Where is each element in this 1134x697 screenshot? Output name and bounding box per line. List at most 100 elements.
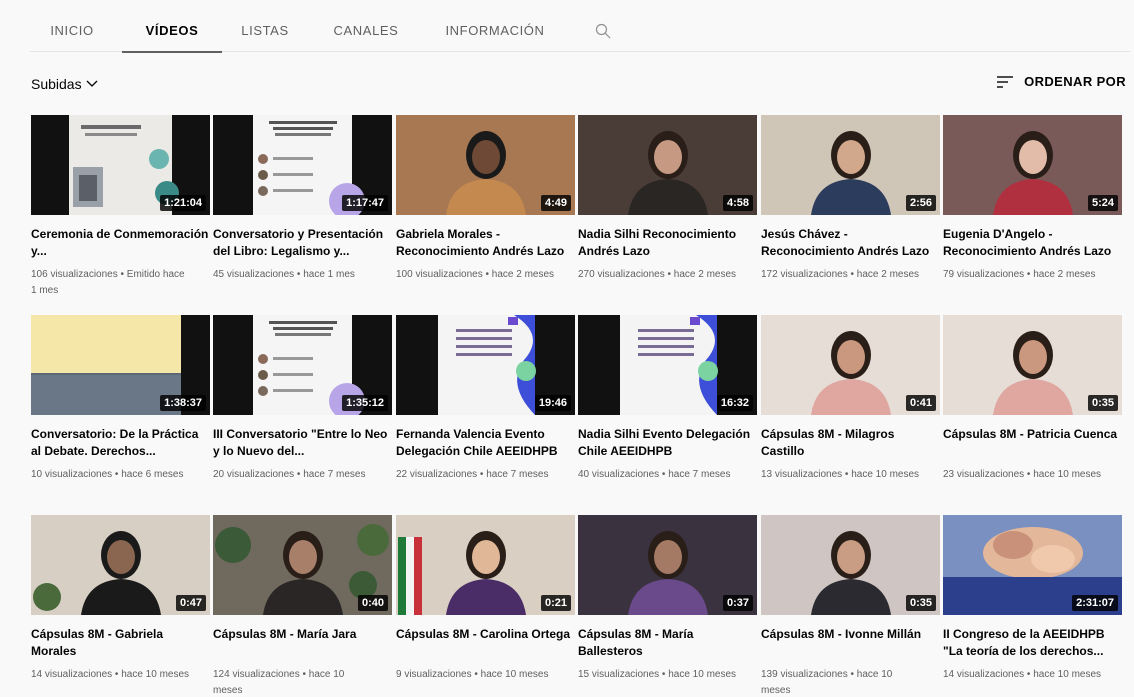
video-thumbnail[interactable]: 4:58 <box>578 115 757 215</box>
video-thumbnail[interactable]: 2:31:07 <box>943 515 1122 615</box>
video-card[interactable]: 0:35 Cápsulas 8M - Patricia Cuenca 23 vi… <box>943 315 1122 495</box>
video-card[interactable]: 4:49 Gabriela Morales - Reconocimiento A… <box>396 115 575 295</box>
video-thumbnail[interactable]: 5:24 <box>943 115 1122 215</box>
video-title[interactable]: Nadia Silhi Evento Delegación Chile AEEI… <box>578 426 757 460</box>
video-duration: 4:49 <box>540 195 571 211</box>
video-title[interactable]: Ceremonia de Conmemoración y... <box>31 226 210 260</box>
video-title[interactable]: Cápsulas 8M - Ivonne Millán <box>761 626 940 660</box>
video-thumbnail[interactable]: 0:21 <box>396 515 575 615</box>
video-thumbnail[interactable]: 0:41 <box>761 315 940 415</box>
video-card[interactable]: 0:37 Cápsulas 8M - María Ballesteros 15 … <box>578 515 757 695</box>
tab-videos[interactable]: VÍDEOS <box>122 10 222 53</box>
video-card[interactable]: 0:47 Cápsulas 8M - Gabriela Morales 14 v… <box>31 515 210 695</box>
video-duration: 1:38:37 <box>160 395 206 411</box>
video-meta: 79 visualizaciones • hace 2 meses <box>943 269 1096 280</box>
video-title[interactable]: Cápsulas 8M - Patricia Cuenca <box>943 426 1122 460</box>
tab-listas[interactable]: LISTAS <box>235 10 295 52</box>
video-card[interactable]: 0:35 Cápsulas 8M - Ivonne Millán 139 vis… <box>761 515 940 696</box>
video-duration: 0:21 <box>540 595 571 611</box>
video-thumbnail[interactable]: 0:47 <box>31 515 210 615</box>
video-meta: 14 visualizaciones • hace 10 meses <box>943 669 1102 680</box>
video-title[interactable]: Nadia Silhi Reconocimiento Andrés Lazo <box>578 226 757 260</box>
video-meta: 139 visualizaciones • hace 10 meses <box>761 669 893 696</box>
video-title[interactable]: Eugenia D'Angelo - Reconocimiento Andrés… <box>943 226 1122 260</box>
video-duration: 4:58 <box>722 195 753 211</box>
video-duration: 1:21:04 <box>160 195 206 211</box>
video-card[interactable]: 1:38:37 Conversatorio: De la Práctica al… <box>31 315 210 495</box>
video-duration: 0:35 <box>1087 395 1118 411</box>
video-duration: 19:46 <box>534 395 571 411</box>
video-title[interactable]: II Congreso de la AEEIDHPB "La teoría de… <box>943 626 1122 660</box>
channel-tabs: INICIO VÍDEOS LISTAS CANALES INFORMACIÓN <box>30 10 1130 53</box>
sort-button[interactable]: ORDENAR POR <box>996 74 1126 89</box>
video-title[interactable]: Jesús Chávez - Reconocimiento Andrés Laz… <box>761 226 940 260</box>
video-card[interactable]: 19:46 Fernanda Valencia Evento Delegació… <box>396 315 575 495</box>
video-thumbnail[interactable]: 16:32 <box>578 315 757 415</box>
video-meta: 14 visualizaciones • hace 10 meses <box>31 669 190 680</box>
video-meta: 100 visualizaciones • hace 2 meses <box>396 269 555 280</box>
video-title[interactable]: III Conversatorio "Entre lo Neo y lo Nue… <box>213 426 392 460</box>
video-card[interactable]: 0:40 Cápsulas 8M - María Jara 124 visual… <box>213 515 392 696</box>
video-card[interactable]: 2:56 Jesús Chávez - Reconocimiento André… <box>761 115 940 295</box>
sort-label: ORDENAR POR <box>1024 74 1126 89</box>
video-thumbnail[interactable]: 2:56 <box>761 115 940 215</box>
video-thumbnail[interactable]: 1:38:37 <box>31 315 210 415</box>
video-title[interactable]: Cápsulas 8M - Milagros Castillo <box>761 426 940 460</box>
video-duration: 0:37 <box>722 595 753 611</box>
video-meta: 45 visualizaciones • hace 1 mes <box>213 269 355 280</box>
video-thumbnail[interactable]: 0:40 <box>213 515 392 615</box>
video-card[interactable]: 16:32 Nadia Silhi Evento Delegación Chil… <box>578 315 757 495</box>
chevron-down-icon <box>86 80 98 87</box>
video-meta: 9 visualizaciones • hace 10 meses <box>396 669 549 680</box>
video-meta: 20 visualizaciones • hace 7 meses <box>213 469 366 480</box>
video-meta: 106 visualizaciones • Emitido hace 1 mes <box>31 269 185 296</box>
video-duration: 0:41 <box>905 395 936 411</box>
sort-icon <box>997 75 1014 88</box>
video-thumbnail[interactable]: 0:35 <box>761 515 940 615</box>
video-thumbnail[interactable]: 1:35:12 <box>213 315 392 415</box>
video-thumbnail[interactable]: 19:46 <box>396 315 575 415</box>
video-thumbnail[interactable]: 1:21:04 <box>31 115 210 215</box>
video-card[interactable]: 5:24 Eugenia D'Angelo - Reconocimiento A… <box>943 115 1122 295</box>
video-thumbnail[interactable]: 0:35 <box>943 315 1122 415</box>
video-thumbnail[interactable]: 1:17:47 <box>213 115 392 215</box>
video-title[interactable]: Conversatorio y Presentación del Libro: … <box>213 226 392 260</box>
video-card[interactable]: 1:17:47 Conversatorio y Presentación del… <box>213 115 392 295</box>
video-meta: 15 visualizaciones • hace 10 meses <box>578 669 737 680</box>
video-duration: 0:47 <box>175 595 206 611</box>
video-card[interactable]: 0:21 Cápsulas 8M - Carolina Ortega 9 vis… <box>396 515 575 695</box>
tab-informacion[interactable]: INFORMACIÓN <box>445 10 545 52</box>
video-title[interactable]: Cápsulas 8M - Gabriela Morales <box>31 626 210 660</box>
video-duration: 0:35 <box>905 595 936 611</box>
video-thumbnail[interactable]: 4:49 <box>396 115 575 215</box>
video-meta: 124 visualizaciones • hace 10 meses <box>213 669 345 696</box>
search-icon[interactable] <box>595 23 611 39</box>
video-card[interactable]: 1:35:12 III Conversatorio "Entre lo Neo … <box>213 315 392 495</box>
video-duration: 5:24 <box>1087 195 1118 211</box>
tab-canales[interactable]: CANALES <box>330 10 402 52</box>
video-thumbnail[interactable]: 0:37 <box>578 515 757 615</box>
video-title[interactable]: Cápsulas 8M - Carolina Ortega <box>396 626 575 660</box>
video-card[interactable]: 1:21:04 Ceremonia de Conmemoración y... … <box>31 115 210 296</box>
video-meta: 10 visualizaciones • hace 6 meses <box>31 469 184 480</box>
video-title[interactable]: Conversatorio: De la Práctica al Debate.… <box>31 426 210 460</box>
video-meta: 40 visualizaciones • hace 7 meses <box>578 469 731 480</box>
video-card[interactable]: 0:41 Cápsulas 8M - Milagros Castillo 13 … <box>761 315 940 495</box>
video-card[interactable]: 2:31:07 II Congreso de la AEEIDHPB "La t… <box>943 515 1122 695</box>
uploads-filter[interactable]: Subidas <box>31 76 98 92</box>
video-meta: 270 visualizaciones • hace 2 meses <box>578 269 737 280</box>
video-title[interactable]: Fernanda Valencia Evento Delegación Chil… <box>396 426 575 460</box>
video-card[interactable]: 4:58 Nadia Silhi Reconocimiento Andrés L… <box>578 115 757 295</box>
video-duration: 1:17:47 <box>342 195 388 211</box>
video-meta: 23 visualizaciones • hace 10 meses <box>943 469 1102 480</box>
video-duration: 0:40 <box>357 595 388 611</box>
video-title[interactable]: Cápsulas 8M - María Jara <box>213 626 392 660</box>
video-meta: 22 visualizaciones • hace 7 meses <box>396 469 549 480</box>
video-title[interactable]: Gabriela Morales - Reconocimiento Andrés… <box>396 226 575 260</box>
video-meta: 13 visualizaciones • hace 10 meses <box>761 469 920 480</box>
video-title[interactable]: Cápsulas 8M - María Ballesteros <box>578 626 757 660</box>
video-duration: 16:32 <box>716 395 753 411</box>
tab-inicio[interactable]: INICIO <box>42 10 102 52</box>
video-duration: 1:35:12 <box>342 395 388 411</box>
video-duration: 2:31:07 <box>1072 595 1118 611</box>
